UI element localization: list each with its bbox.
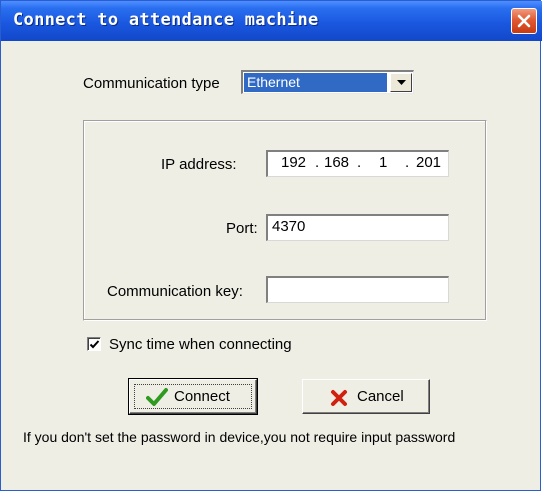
red-x-icon — [330, 389, 348, 411]
ip-dot-2: . — [357, 154, 362, 171]
ip-dot-3: . — [405, 154, 410, 171]
port-input[interactable]: 4370 — [266, 214, 449, 241]
cancel-button[interactable]: Cancel — [302, 379, 430, 414]
title-bar[interactable]: Connect to attendance machine — [1, 1, 542, 41]
ip-octet-1[interactable]: 192 — [281, 152, 306, 174]
communication-key-input[interactable] — [266, 276, 449, 303]
green-checkmark-icon — [146, 387, 168, 411]
ip-dot-1: . — [315, 154, 320, 171]
communication-type-label: Communication type — [83, 75, 220, 92]
ip-address-field[interactable]: 192 . 168 . 1 . 201 — [266, 150, 449, 177]
password-hint: If you don't set the password in device,… — [23, 429, 456, 445]
window-title: Connect to attendance machine — [13, 10, 319, 30]
cancel-label: Cancel — [357, 388, 404, 405]
ip-address-label: IP address: — [161, 156, 237, 173]
dropdown-button[interactable] — [390, 73, 412, 92]
communication-key-label: Communication key: — [107, 283, 243, 300]
connect-button[interactable]: Connect — [128, 378, 258, 415]
ip-octet-2[interactable]: 168 — [324, 152, 349, 174]
sync-time-checkbox[interactable] — [87, 337, 101, 351]
close-button[interactable] — [511, 8, 537, 34]
connect-label: Connect — [174, 388, 230, 405]
ip-octet-3[interactable]: 1 — [379, 152, 387, 174]
communication-type-select[interactable]: Ethernet — [241, 70, 414, 94]
port-label: Port: — [226, 220, 258, 237]
dialog-window: Connect to attendance machine Communicat… — [0, 0, 542, 491]
sync-time-label[interactable]: Sync time when connecting — [109, 336, 292, 353]
communication-type-value: Ethernet — [244, 73, 387, 92]
ip-octet-4[interactable]: 201 — [416, 152, 441, 174]
